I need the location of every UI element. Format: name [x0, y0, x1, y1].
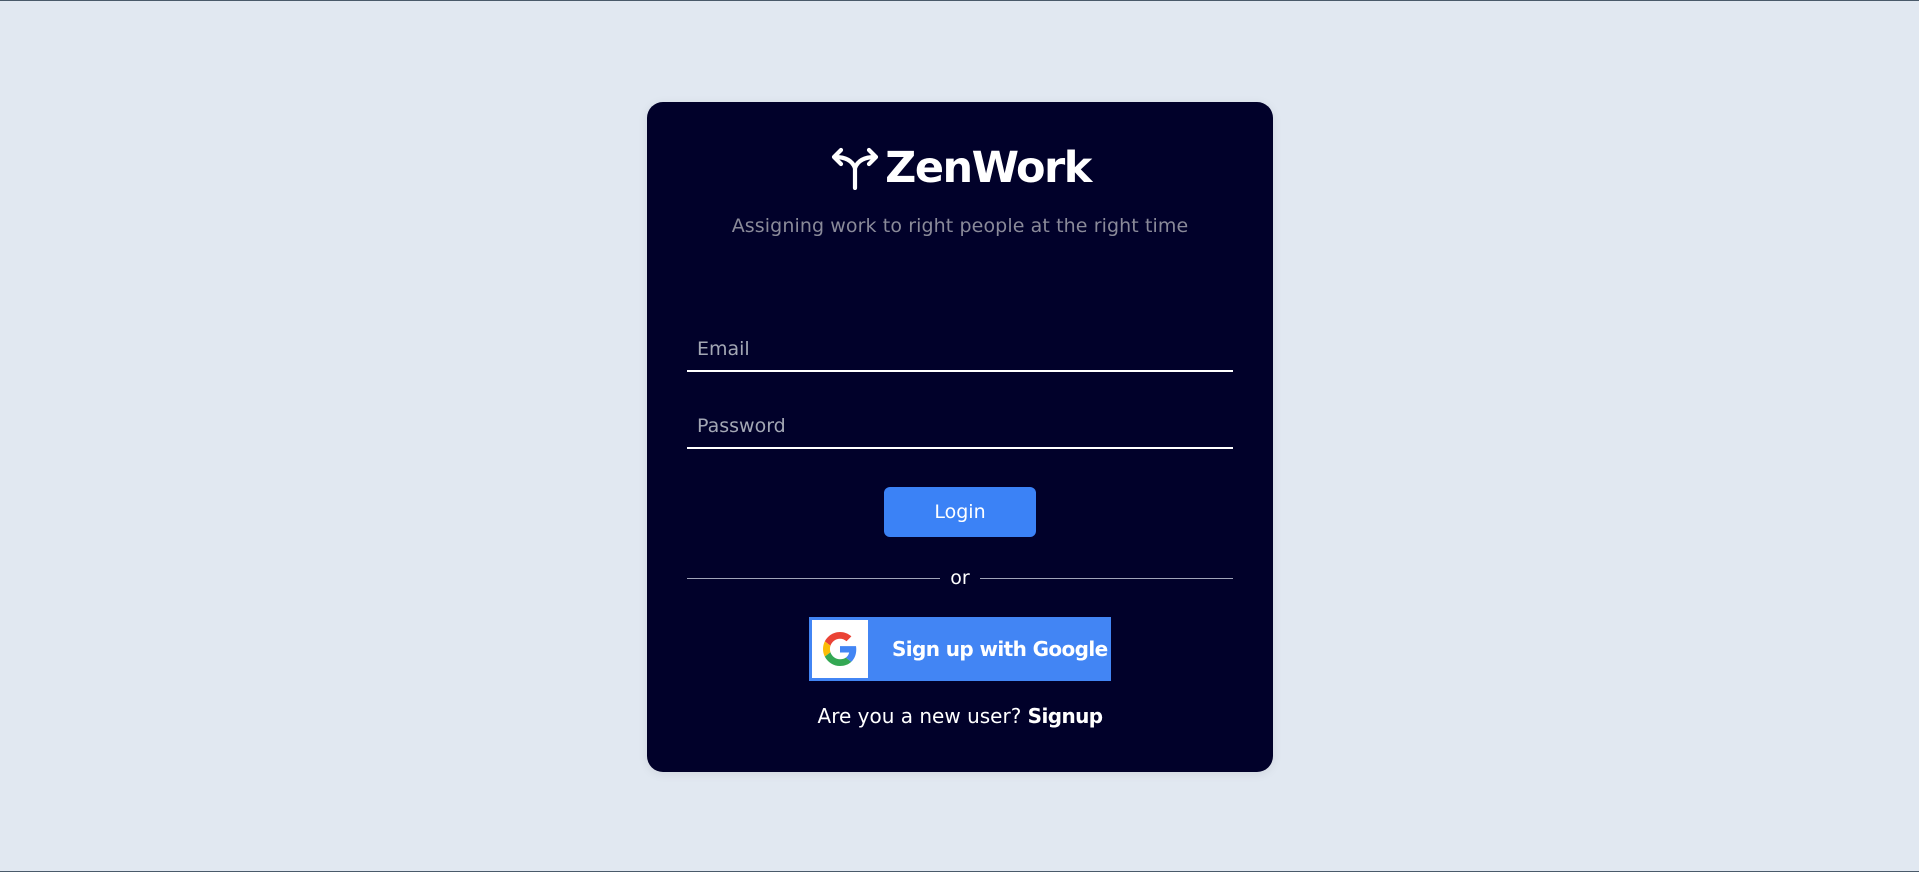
divider-text: or — [950, 567, 970, 589]
split-arrows-icon — [829, 146, 881, 191]
brand: ZenWork — [647, 143, 1273, 193]
signup-prompt-row: Are you a new user? Signup — [647, 704, 1273, 728]
email-field[interactable] — [687, 328, 1233, 372]
google-g-icon — [812, 620, 868, 678]
or-divider: or — [687, 565, 1233, 591]
google-signup-button[interactable]: Sign up with Google — [809, 617, 1111, 681]
divider-line-left — [687, 577, 941, 579]
google-signup-label: Sign up with Google — [892, 637, 1108, 661]
login-button[interactable]: Login — [884, 487, 1036, 537]
password-field[interactable] — [687, 405, 1233, 449]
tagline: Assigning work to right people at the ri… — [731, 215, 1189, 237]
signup-link[interactable]: Signup — [1028, 704, 1103, 728]
brand-name: ZenWork — [885, 143, 1092, 193]
divider-line-right — [979, 577, 1233, 579]
signup-prompt-text: Are you a new user? — [817, 704, 1022, 728]
login-card: ZenWork Assigning work to right people a… — [647, 102, 1273, 772]
